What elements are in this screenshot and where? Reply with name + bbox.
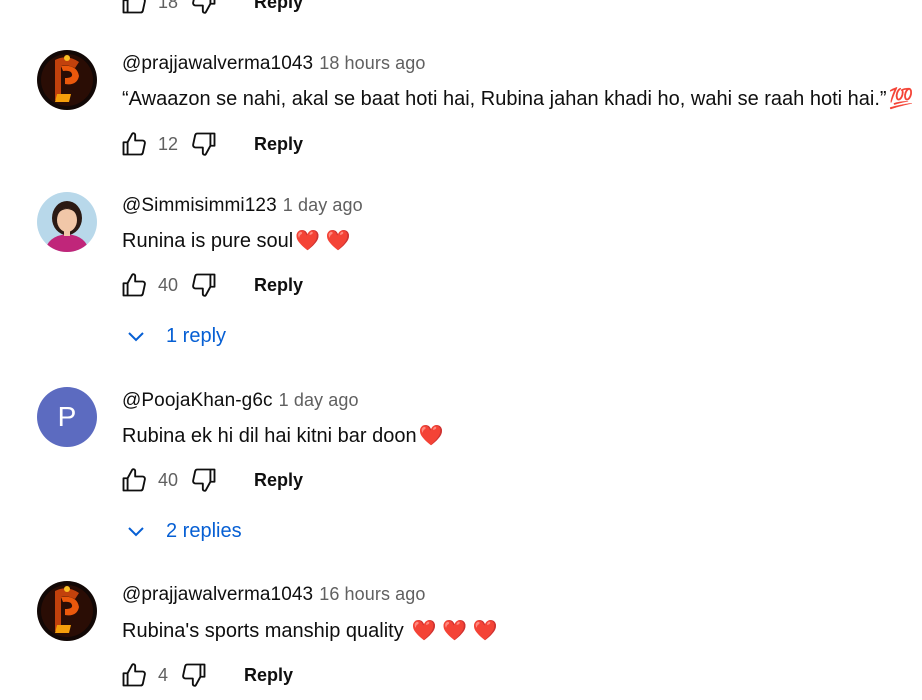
like-button[interactable] <box>118 128 150 160</box>
comment-text-body: Rubina ek hi dil hai kitni bar doon <box>122 425 417 447</box>
thumbs-up-icon <box>120 0 148 16</box>
like-button[interactable] <box>118 659 150 691</box>
like-count: 12 <box>158 133 179 154</box>
comment-text: Rubina ek hi dil hai kitni bar doon ❤️ <box>122 423 444 448</box>
replies-count-label: 1 reply <box>166 324 227 347</box>
dislike-button[interactable] <box>188 0 220 18</box>
reply-button[interactable]: Reply <box>254 275 303 296</box>
comment-author[interactable]: @Simmisimmi123 1 day ago <box>122 195 363 217</box>
view-replies-button[interactable]: 1 reply <box>124 319 226 353</box>
comment-author[interactable]: @PoojaKhan-g6c 1 day ago <box>122 390 359 412</box>
hundred-emoji: 💯 <box>888 88 914 110</box>
dislike-button[interactable] <box>188 128 220 160</box>
dislike-button[interactable] <box>188 269 220 301</box>
comment-author[interactable]: @prajjawalverma1043 16 hours ago <box>122 584 426 606</box>
like-button[interactable] <box>118 0 150 18</box>
thumbs-down-icon <box>190 130 218 158</box>
reply-button[interactable]: Reply <box>254 0 303 13</box>
author-handle[interactable]: @Simmisimmi123 <box>122 195 277 216</box>
comment-actions-partial: 18 Reply <box>118 0 303 18</box>
reply-button[interactable]: Reply <box>244 665 293 686</box>
avatar[interactable]: P <box>37 387 97 447</box>
comment-actions: 40 Reply <box>118 269 303 301</box>
author-handle[interactable]: @prajjawalverma1043 <box>122 584 313 605</box>
thumbs-down-icon <box>190 466 218 494</box>
author-handle[interactable]: @PoojaKhan-g6c <box>122 390 273 411</box>
like-count: 40 <box>158 469 179 490</box>
thumbs-up-icon <box>120 271 148 299</box>
avatar-image <box>37 50 97 110</box>
thumbs-down-icon <box>190 0 218 16</box>
like-count: 18 <box>158 0 179 12</box>
heart-emoji: ❤️ <box>418 425 444 447</box>
comment-text-body: Rubina's sports manship quality <box>122 620 404 642</box>
chevron-down-icon <box>128 332 144 342</box>
comment-author[interactable]: @prajjawalverma1043 18 hours ago <box>122 53 426 75</box>
avatar[interactable] <box>37 50 97 110</box>
comment-time[interactable]: 1 day ago <box>283 195 363 215</box>
reply-button[interactable]: Reply <box>254 134 303 155</box>
comment-time[interactable]: 16 hours ago <box>319 584 425 604</box>
thumbs-up-icon <box>120 466 148 494</box>
view-replies-button[interactable]: 2 replies <box>124 514 242 548</box>
like-button[interactable] <box>118 269 150 301</box>
comment-time[interactable]: 1 day ago <box>279 390 359 410</box>
author-handle[interactable]: @prajjawalverma1043 <box>122 53 313 74</box>
like-button[interactable] <box>118 464 150 496</box>
heart-emoji: ❤️ ❤️ <box>295 230 351 252</box>
dislike-button[interactable] <box>188 464 220 496</box>
heart-emoji: ❤️ ❤️ ❤️ <box>411 620 498 642</box>
like-count: 40 <box>158 274 179 295</box>
comment-text-body: “Awaazon se nahi, akal se baat hoti hai,… <box>122 88 887 110</box>
comment-text: Rubina's sports manship quality ❤️ ❤️ ❤️ <box>122 618 498 643</box>
comment-actions: 4 Reply <box>118 659 293 691</box>
avatar-image <box>37 581 97 641</box>
comment-text: “Awaazon se nahi, akal se baat hoti hai,… <box>122 86 913 111</box>
avatar-letter: P <box>57 401 77 432</box>
avatar-image <box>37 192 97 252</box>
chevron-down-icon <box>128 527 144 537</box>
avatar[interactable] <box>37 192 97 252</box>
thumbs-up-icon <box>120 661 148 689</box>
reply-button[interactable]: Reply <box>254 470 303 491</box>
avatar[interactable] <box>37 581 97 641</box>
comment-actions: 40 Reply <box>118 464 303 496</box>
thumbs-down-icon <box>190 271 218 299</box>
like-count: 4 <box>158 664 169 685</box>
replies-count-label: 2 replies <box>166 519 242 542</box>
comment-text-body: Runina is pure soul <box>122 230 294 252</box>
comment-actions: 12 Reply <box>118 128 303 160</box>
thumbs-down-icon <box>180 661 208 689</box>
dislike-button[interactable] <box>178 659 210 691</box>
comment-time[interactable]: 18 hours ago <box>319 53 425 73</box>
comment-text: Runina is pure soul ❤️ ❤️ <box>122 228 351 253</box>
thumbs-up-icon <box>120 130 148 158</box>
